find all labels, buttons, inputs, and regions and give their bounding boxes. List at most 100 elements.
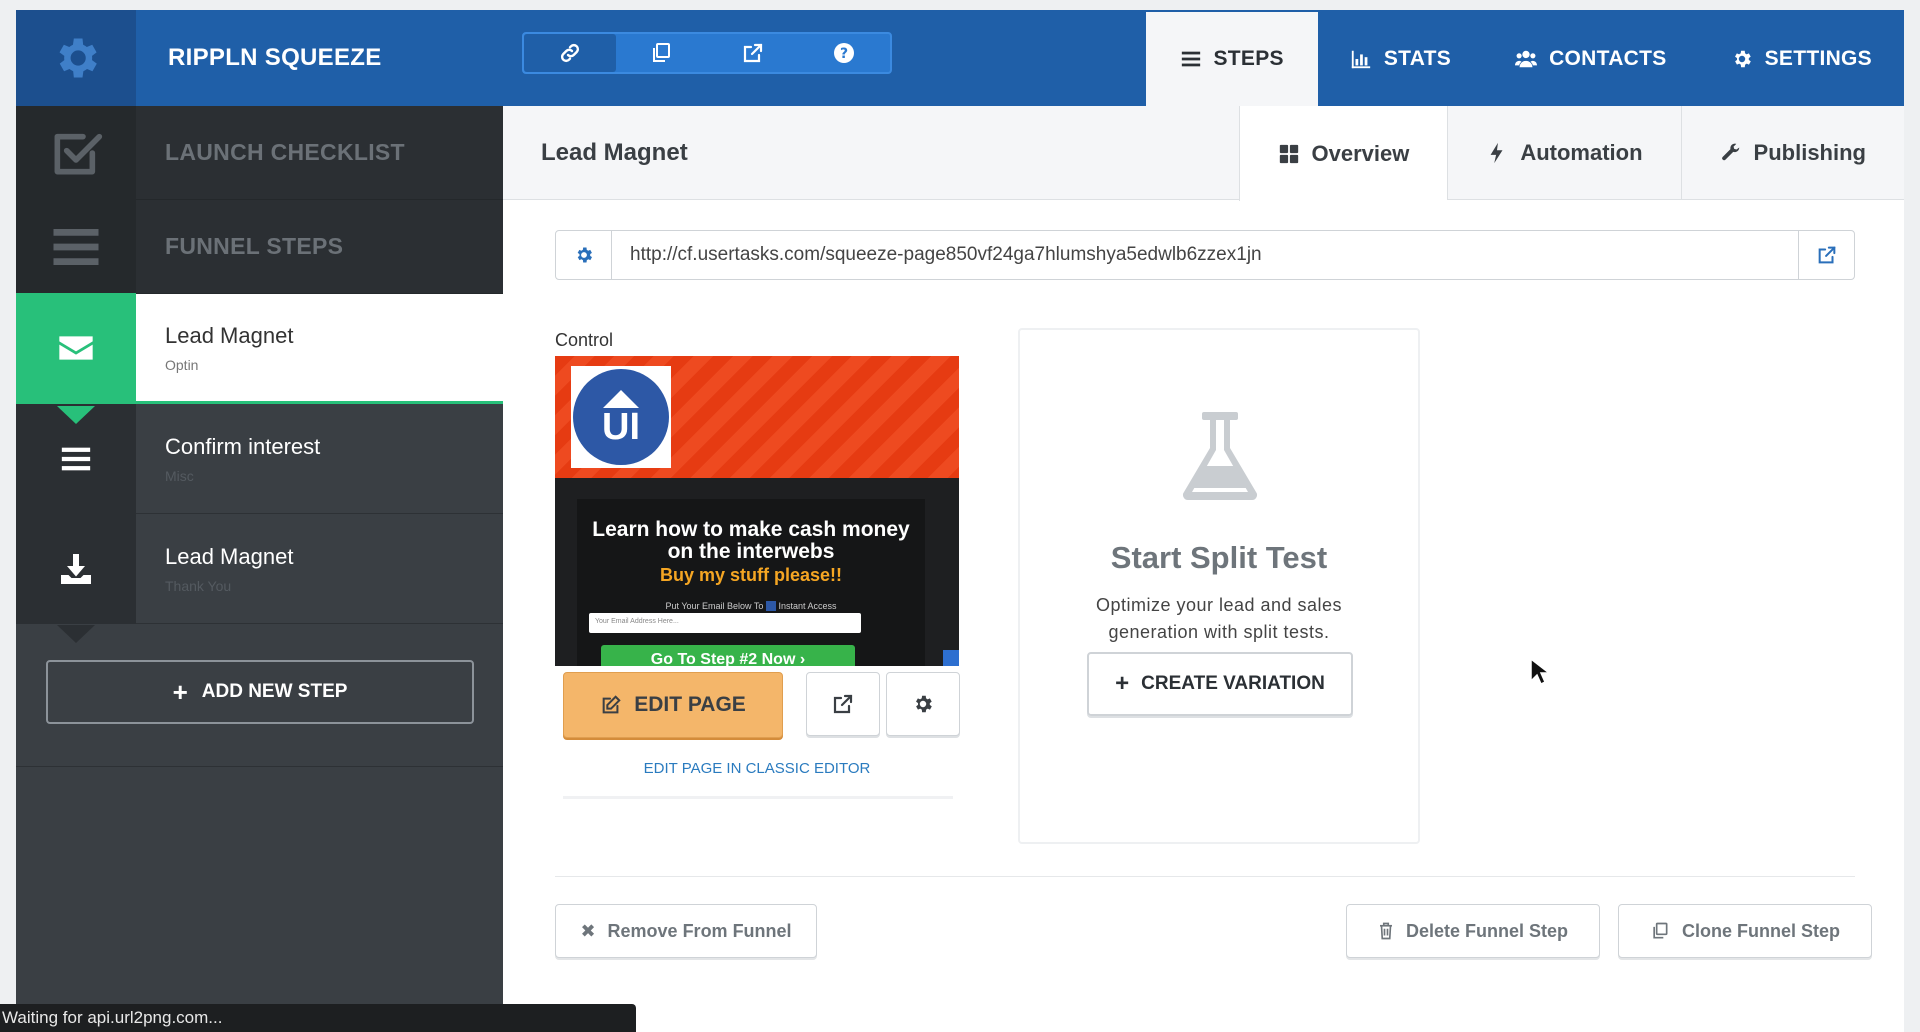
preview-cta-label: Go To Step #2 Now bbox=[650, 651, 796, 666]
link-button[interactable] bbox=[524, 34, 616, 72]
section-divider bbox=[555, 876, 1855, 877]
preview-badge bbox=[943, 650, 959, 666]
list-icon bbox=[53, 228, 99, 265]
open-external-button[interactable] bbox=[707, 34, 799, 72]
step-pointer bbox=[57, 514, 95, 533]
clone-icon bbox=[1653, 922, 1668, 939]
edit-page-button[interactable]: EDIT PAGE bbox=[563, 672, 783, 738]
nav-tab-contacts[interactable]: CONTACTS bbox=[1483, 12, 1699, 106]
step-header: Lead Magnet Overview Automation Publishi… bbox=[503, 106, 1905, 201]
create-variation-button[interactable]: + CREATE VARIATION bbox=[1087, 652, 1353, 716]
trash-icon bbox=[1379, 922, 1392, 940]
preview-logo-circle: UI bbox=[573, 369, 669, 465]
open-url-button[interactable] bbox=[1798, 231, 1854, 279]
preview-email-field: Your Email Address Here... bbox=[589, 613, 861, 633]
checkbox-checked-icon bbox=[54, 133, 103, 174]
download-icon bbox=[61, 553, 91, 584]
clone-icon bbox=[653, 43, 671, 62]
add-new-step-label: ADD NEW STEP bbox=[201, 681, 348, 702]
step-tabs: Overview Automation Publishing bbox=[1238, 106, 1905, 201]
preview-headline: Learn how to make cash money on the inte… bbox=[592, 518, 910, 563]
tab-label: Overview bbox=[1311, 140, 1410, 166]
delete-funnel-step-label: Delete Funnel Step bbox=[1405, 920, 1569, 941]
control-divider bbox=[563, 796, 953, 799]
gear-icon bbox=[1734, 50, 1751, 68]
page-url-field[interactable]: http://cf.usertasks.com/squeeze-page850v… bbox=[612, 231, 1798, 279]
bolt-icon bbox=[1490, 142, 1503, 164]
step-text: Confirm interest Misc bbox=[136, 434, 320, 484]
help-button[interactable]: ? bbox=[799, 34, 891, 72]
funnel-step-lead-magnet-optin[interactable]: Lead Magnet Optin bbox=[16, 292, 503, 424]
clone-funnel-step-button[interactable]: Clone Funnel Step bbox=[1618, 904, 1872, 958]
funnel-steps-item[interactable]: FUNNEL STEPS bbox=[16, 199, 503, 294]
mouse-cursor-icon bbox=[1530, 658, 1548, 686]
grid-icon bbox=[1279, 144, 1298, 163]
step-type: Optin bbox=[165, 356, 199, 373]
tab-label: Automation bbox=[1520, 140, 1643, 165]
preview-logo-text: UI bbox=[602, 406, 640, 448]
help-icon: ? bbox=[834, 43, 855, 63]
nav-tab-label: CONTACTS bbox=[1549, 47, 1667, 70]
flask-icon bbox=[1180, 410, 1260, 505]
active-step-pointer bbox=[57, 405, 95, 424]
classic-editor-link[interactable]: EDIT PAGE IN CLASSIC EDITOR bbox=[555, 760, 959, 777]
step-name: Lead Magnet bbox=[165, 543, 294, 569]
clone-button[interactable] bbox=[616, 34, 708, 72]
remove-from-funnel-label: Remove From Funnel bbox=[607, 920, 792, 941]
nav-tab-settings[interactable]: SETTINGS bbox=[1699, 12, 1904, 106]
funnel-steps-icon-box bbox=[16, 199, 136, 294]
nav-tab-label: STEPS bbox=[1213, 47, 1284, 70]
split-test-title: Start Split Test bbox=[1110, 540, 1328, 575]
clone-funnel-step-label: Clone Funnel Step bbox=[1681, 920, 1840, 941]
main-panel: Lead Magnet Overview Automation Publishi… bbox=[503, 106, 1904, 1032]
preview-content-panel: Learn how to make cash money on the inte… bbox=[577, 499, 925, 666]
nav-tab-label: SETTINGS bbox=[1764, 47, 1872, 70]
close-icon: ✖ bbox=[580, 920, 596, 941]
funnel-name[interactable]: RIPPLN SQUEEZE bbox=[168, 10, 382, 106]
page-settings-button[interactable] bbox=[886, 672, 960, 736]
gear-logo-icon bbox=[59, 38, 97, 78]
list-icon bbox=[61, 447, 91, 470]
launch-checklist-item[interactable]: LAUNCH CHECKLIST bbox=[16, 105, 503, 200]
external-link-icon bbox=[1818, 246, 1835, 264]
nav-tab-stats[interactable]: STATS bbox=[1318, 12, 1483, 106]
page-url-bar: http://cf.usertasks.com/squeeze-page850v… bbox=[555, 230, 1855, 280]
preview-cta-button: Go To Step #2 Now › bbox=[601, 645, 855, 666]
steps-sidebar: LAUNCH CHECKLIST FUNNEL STEPS Lead Magne… bbox=[16, 105, 503, 1032]
nav-tab-label: STATS bbox=[1383, 47, 1452, 70]
envelope-icon bbox=[59, 335, 93, 360]
link-icon bbox=[560, 43, 579, 63]
step-text: Lead Magnet Thank You bbox=[136, 544, 293, 594]
delete-funnel-step-button[interactable]: Delete Funnel Step bbox=[1346, 904, 1600, 958]
remove-from-funnel-button[interactable]: ✖ Remove From Funnel bbox=[555, 904, 817, 958]
step-icon-box bbox=[16, 292, 136, 424]
step-pointer bbox=[57, 624, 95, 643]
sidebar-divider bbox=[16, 766, 503, 767]
gear-icon bbox=[577, 247, 592, 263]
create-variation-label: CREATE VARIATION bbox=[1141, 673, 1325, 694]
plus-icon: + bbox=[172, 676, 188, 707]
add-new-step-button[interactable]: + ADD NEW STEP bbox=[46, 660, 474, 724]
app-logo[interactable] bbox=[16, 10, 136, 106]
external-link-icon bbox=[833, 694, 853, 714]
url-settings-button[interactable] bbox=[556, 231, 612, 279]
nav-tab-steps[interactable]: STEPS bbox=[1145, 12, 1318, 106]
tab-overview[interactable]: Overview bbox=[1238, 106, 1448, 201]
tab-automation[interactable]: Automation bbox=[1447, 106, 1680, 200]
page-preview-thumbnail[interactable]: UI Learn how to make cash money on the i… bbox=[555, 356, 959, 666]
step-type: Misc bbox=[165, 467, 194, 484]
open-page-button[interactable] bbox=[806, 672, 880, 736]
svg-text:?: ? bbox=[840, 46, 848, 62]
app-window: RIPPLN SQUEEZE ? STEPS STATS CONTACTS SE… bbox=[16, 10, 1904, 1032]
split-test-description: Optimize your lead and sales generation … bbox=[1095, 595, 1343, 642]
launch-checklist-icon-box bbox=[16, 105, 136, 200]
launch-checklist-label: LAUNCH CHECKLIST bbox=[165, 139, 405, 165]
browser-status-bar: Waiting for api.url2png.com... bbox=[0, 1004, 636, 1032]
list-icon bbox=[1181, 51, 1200, 67]
gear-icon bbox=[916, 695, 932, 713]
funnel-toolbar: ? bbox=[522, 32, 892, 74]
tab-publishing[interactable]: Publishing bbox=[1680, 106, 1904, 200]
users-icon bbox=[1515, 50, 1538, 68]
preview-subheadline: Buy my stuff please!! bbox=[659, 565, 843, 585]
control-label: Control bbox=[555, 330, 614, 350]
